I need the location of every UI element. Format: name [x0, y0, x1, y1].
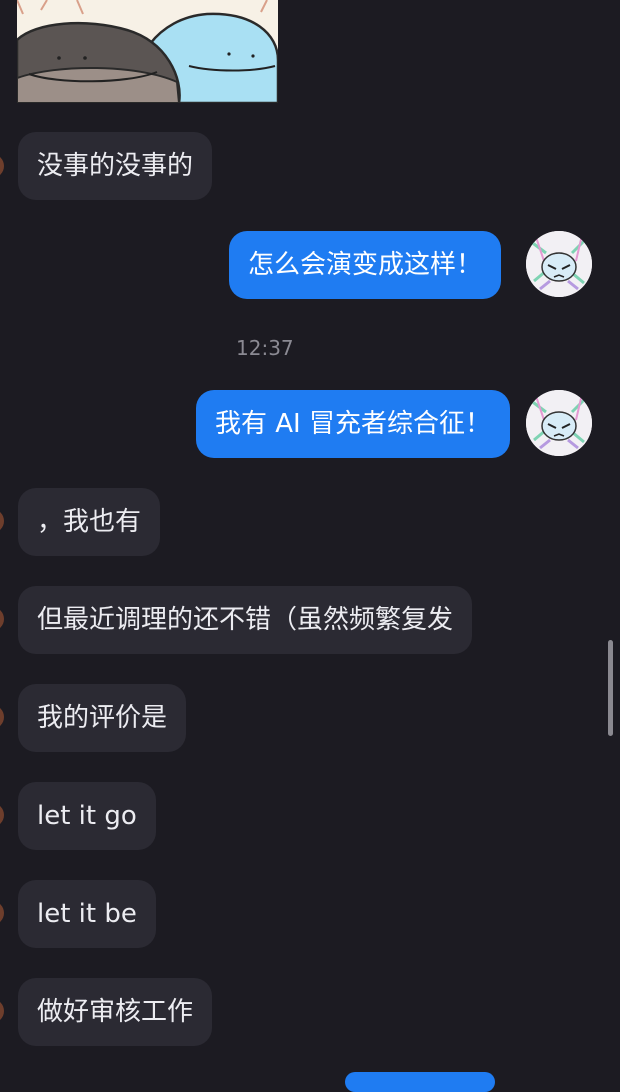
message-text: 做好审核工作: [37, 997, 194, 1027]
contact-avatar[interactable]: [0, 509, 4, 533]
message-text: 我的评价是: [37, 703, 168, 733]
scrollbar-thumb[interactable]: [608, 640, 613, 736]
outgoing-message-bubble[interactable]: 我有 AI 冒充者综合征！: [196, 390, 510, 458]
incoming-message-bubble[interactable]: 但最近调理的还不错（虽然频繁复发: [18, 586, 473, 654]
message-text: 没事的没事的: [37, 151, 194, 181]
outgoing-message-bubble[interactable]: 怎么会演变成这样！: [229, 231, 502, 299]
incoming-message-bubble[interactable]: let it be: [18, 880, 156, 948]
sticker-drawing: [17, 0, 278, 103]
contact-avatar[interactable]: [0, 803, 4, 827]
message-text: let it go: [37, 801, 137, 831]
contact-avatar[interactable]: [0, 901, 4, 925]
message-text: ，我也有: [37, 507, 142, 537]
chat-thread[interactable]: 没事的没事的 怎么会演变成这样！ 12:37 我有 AI 冒充者综合征！ ，我也…: [0, 0, 620, 1092]
incoming-message-bubble[interactable]: 没事的没事的: [18, 132, 213, 200]
message-text: 我有 AI 冒充者综合征！: [215, 409, 491, 439]
message-text: 但最近调理的还不错（虽然频繁复发: [37, 605, 454, 635]
incoming-message-bubble[interactable]: ，我也有: [18, 488, 161, 556]
contact-avatar[interactable]: [0, 999, 4, 1023]
incoming-message-bubble[interactable]: 我的评价是: [18, 684, 187, 752]
self-avatar[interactable]: [526, 390, 592, 456]
contact-avatar[interactable]: [0, 154, 4, 178]
sticker-image[interactable]: [17, 0, 278, 103]
incoming-message-bubble[interactable]: let it go: [18, 782, 156, 850]
message-text: 怎么会演变成这样！: [248, 250, 483, 280]
avatar-icon: [526, 390, 592, 456]
contact-avatar[interactable]: [0, 607, 4, 631]
avatar-icon: [526, 231, 592, 297]
message-text: let it be: [37, 899, 137, 929]
message-timestamp: 12:37: [236, 336, 294, 360]
incoming-message-bubble[interactable]: 做好审核工作: [18, 978, 213, 1046]
self-avatar[interactable]: [526, 231, 592, 297]
outgoing-message-bubble-partial[interactable]: [345, 1072, 495, 1092]
contact-avatar[interactable]: [0, 705, 4, 729]
